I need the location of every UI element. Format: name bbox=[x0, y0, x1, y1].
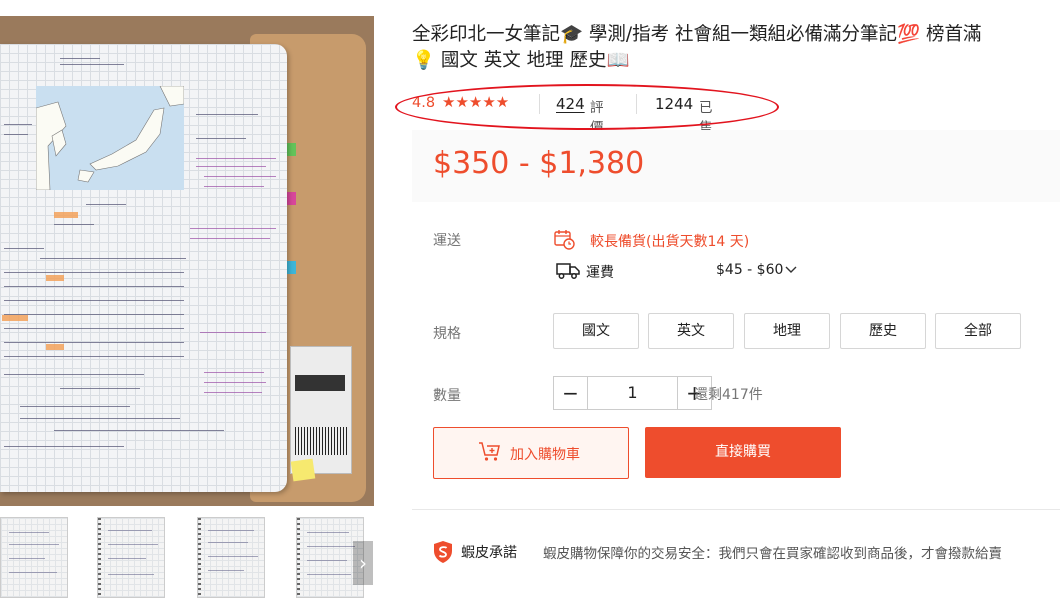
add-to-cart-button[interactable]: 加入購物車 bbox=[433, 427, 629, 479]
thumbnail-next-arrow[interactable]: › bbox=[353, 541, 373, 585]
calendar-clock-icon bbox=[553, 228, 575, 254]
truck-icon bbox=[556, 262, 580, 284]
thumbnail-1[interactable] bbox=[0, 517, 68, 598]
stock-remaining: 還剩417件 bbox=[694, 387, 763, 403]
quantity-input[interactable]: 1 bbox=[588, 377, 677, 409]
price-tag-label bbox=[290, 458, 316, 482]
price-sticker bbox=[290, 346, 352, 474]
product-title-line2: 💡 國文 英文 地理 歷史📖 bbox=[412, 50, 630, 71]
buy-now-button[interactable]: 直接購買 bbox=[645, 427, 841, 478]
japan-map-illustration bbox=[36, 86, 184, 190]
shipping-fee-value[interactable]: $45 - $60 bbox=[716, 262, 783, 278]
thumbnail-3[interactable] bbox=[197, 517, 265, 598]
quantity-stepper: − 1 + bbox=[553, 376, 712, 410]
shipping-fee-label: 運費 bbox=[586, 265, 614, 281]
guarantee-text: 蝦皮購物保障你的交易安全：我們只會在買家確認收到商品後，才會撥款給賣 bbox=[543, 546, 1002, 562]
product-title-line1: 全彩印北一女筆記🎓 學測/指考 社會組一類組必備滿分筆記💯 榜首滿 bbox=[412, 24, 982, 45]
product-title: 全彩印北一女筆記🎓 學測/指考 社會組一類組必備滿分筆記💯 榜首滿 💡 國文 英… bbox=[412, 22, 1060, 74]
cart-plus-icon bbox=[478, 441, 502, 467]
variation-option-english[interactable]: 英文 bbox=[648, 313, 734, 349]
quantity-decrease-button[interactable]: − bbox=[554, 377, 588, 409]
quantity-label: 數量 bbox=[433, 388, 461, 404]
annotation-highlight-oval bbox=[395, 84, 779, 130]
guarantee-title[interactable]: 蝦皮承諾 bbox=[461, 542, 517, 562]
variation-label: 規格 bbox=[433, 326, 461, 342]
variation-option-geography[interactable]: 地理 bbox=[744, 313, 830, 349]
variation-option-history[interactable]: 歷史 bbox=[840, 313, 926, 349]
shipping-label: 運送 bbox=[433, 233, 461, 249]
thumbnail-2[interactable] bbox=[97, 517, 165, 598]
variation-option-chinese[interactable]: 國文 bbox=[553, 313, 639, 349]
variation-option-all[interactable]: 全部 bbox=[935, 313, 1021, 349]
section-divider bbox=[412, 509, 1060, 510]
product-main-image[interactable] bbox=[0, 16, 374, 506]
chevron-down-icon[interactable] bbox=[784, 262, 798, 279]
price-range: $350 - $1,380 bbox=[433, 146, 645, 181]
notebook-page bbox=[0, 44, 287, 492]
price-section: $350 - $1,380 bbox=[412, 130, 1060, 202]
add-to-cart-label: 加入購物車 bbox=[510, 447, 580, 463]
shopee-guarantee-icon bbox=[432, 540, 454, 568]
preorder-notice: 較長備貨(出貨天數14 天) bbox=[590, 234, 750, 250]
